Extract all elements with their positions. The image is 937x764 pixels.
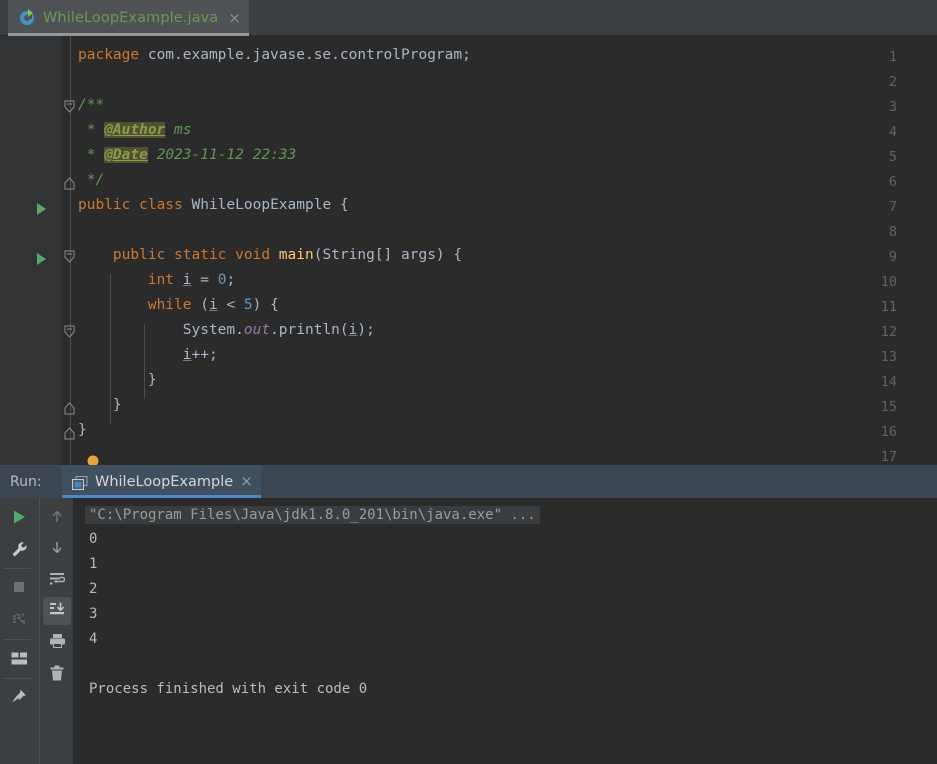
line-number: 11	[880, 299, 897, 315]
down-the-stack-trace-button[interactable]	[43, 535, 71, 563]
close-icon[interactable]: ×	[225, 10, 241, 26]
wrench-icon	[11, 541, 28, 562]
code-line-13: i++;	[182, 347, 218, 363]
code-line-3: /**	[78, 97, 105, 113]
code-line-16: }	[78, 422, 87, 438]
toolbar-separator	[4, 568, 31, 569]
line-number: 8	[888, 224, 897, 240]
editor-tab-whileloopexample[interactable]: WhileLoopExample.java ×	[8, 0, 249, 36]
fold-marker-end-icon[interactable]	[63, 427, 76, 441]
line-number: 16	[880, 424, 897, 440]
toolbar-separator	[4, 639, 31, 640]
code-line-1: package com.example.javase.se.controlPro…	[78, 47, 471, 63]
javadoc-author-tag: @Author	[104, 122, 166, 138]
line-number: 10	[880, 274, 897, 290]
code-line-15: }	[78, 397, 122, 413]
line-number: 1	[888, 49, 897, 65]
soft-wrap-icon	[49, 571, 66, 591]
scroll-to-end-icon	[49, 601, 65, 621]
layout-button[interactable]	[5, 646, 33, 674]
toolbar-separator	[4, 678, 31, 679]
fold-marker-collapse-icon[interactable]	[63, 100, 76, 114]
run-tool-window-body: "C:\Program Files\Java\jdk1.8.0_201\bin\…	[0, 498, 937, 764]
arrow-down-icon	[49, 539, 65, 559]
code-line-11: while (i < 5) {	[147, 297, 279, 313]
printer-icon	[49, 633, 66, 653]
console-output-line: 1	[89, 556, 98, 572]
line-number: 17	[880, 449, 897, 465]
clear-all-button[interactable]	[43, 661, 71, 689]
stop-square-icon	[11, 579, 27, 599]
line-number: 3	[888, 99, 897, 115]
print-button[interactable]	[43, 629, 71, 657]
run-class-gutter-icon[interactable]	[37, 203, 46, 215]
arrow-up-icon	[49, 509, 65, 529]
stop-button[interactable]	[5, 575, 33, 603]
run-toolbar-right	[39, 498, 73, 764]
up-the-stack-trace-button[interactable]	[43, 505, 71, 533]
dump-threads-button[interactable]	[5, 607, 33, 635]
line-number: 5	[888, 149, 897, 165]
line-number: 15	[880, 399, 897, 415]
trash-icon	[49, 665, 65, 686]
editor-tab-label: WhileLoopExample.java	[43, 10, 219, 26]
console-window-icon	[72, 475, 88, 490]
fold-marker-collapse-icon[interactable]	[63, 250, 76, 264]
javadoc-date-value: 2023-11-12 22:33	[156, 147, 297, 163]
javadoc-author-value: ms	[174, 122, 192, 138]
console-output-line: 3	[89, 606, 98, 622]
console-exit-message: Process finished with exit code 0	[89, 681, 368, 697]
java-class-run-icon	[20, 9, 36, 26]
code-line-14: }	[78, 372, 157, 388]
console-output-line: 0	[89, 531, 98, 547]
run-toolbar-left	[0, 498, 39, 764]
soft-wrap-button[interactable]	[43, 567, 71, 595]
editor-gutter[interactable]	[0, 36, 62, 465]
close-icon[interactable]: ×	[240, 474, 253, 489]
line-number: 2	[888, 74, 897, 90]
run-tool-window-header: Run: WhileLoopExample ×	[0, 465, 937, 498]
restore-layout-icon	[11, 651, 28, 670]
run-method-gutter-icon[interactable]	[37, 253, 46, 265]
run-tab-label: WhileLoopExample	[95, 473, 234, 490]
line-number: 12	[880, 324, 897, 340]
fold-marker-collapse-icon[interactable]	[63, 325, 76, 339]
console-output-line: 4	[89, 631, 98, 647]
edit-configurations-button[interactable]	[5, 537, 33, 565]
pin-icon	[10, 688, 28, 710]
code-line-7: public class WhileLoopExample {	[78, 197, 349, 213]
line-number: 13	[880, 349, 897, 365]
code-line-12: System.out.println(i);	[78, 322, 375, 338]
run-tool-window: Run: WhileLoopExample × "C:\Program File…	[0, 465, 937, 764]
javadoc-date-tag: @Date	[104, 147, 148, 163]
fold-marker-end-icon[interactable]	[63, 402, 76, 416]
run-window-label: Run:	[10, 473, 42, 490]
scroll-to-end-button[interactable]	[43, 597, 71, 625]
editor-tab-bar: WhileLoopExample.java ×	[0, 0, 937, 36]
line-number: 6	[888, 174, 897, 190]
fold-marker-end-icon[interactable]	[63, 177, 76, 191]
run-tab-whileloopexample[interactable]: WhileLoopExample ×	[62, 465, 261, 498]
code-line-10: int i = 0;	[147, 272, 236, 288]
code-line-5: * @Date 2023-11-12 22:33	[78, 147, 297, 163]
green-play-icon	[11, 509, 27, 529]
code-editor[interactable]: 1 2 3 4 5 6 7 8 9 10 11 12 13 14 15 16 1…	[0, 36, 937, 465]
line-number: 9	[888, 249, 897, 265]
line-number: 14	[880, 374, 897, 390]
intention-bulb-icon[interactable]	[86, 455, 100, 465]
line-number: 4	[888, 124, 897, 140]
code-line-9: public static void main(String[] args) {	[112, 247, 463, 263]
pin-tab-button[interactable]	[5, 685, 33, 713]
console-output[interactable]: "C:\Program Files\Java\jdk1.8.0_201\bin\…	[73, 498, 937, 764]
rerun-button[interactable]	[5, 505, 33, 533]
code-line-6: */	[78, 172, 105, 188]
thread-dump-icon	[11, 611, 28, 632]
console-command-line: "C:\Program Files\Java\jdk1.8.0_201\bin\…	[85, 506, 540, 524]
line-number: 7	[888, 199, 897, 215]
code-line-4: * @Author ms	[78, 122, 192, 138]
console-output-line: 2	[89, 581, 98, 597]
